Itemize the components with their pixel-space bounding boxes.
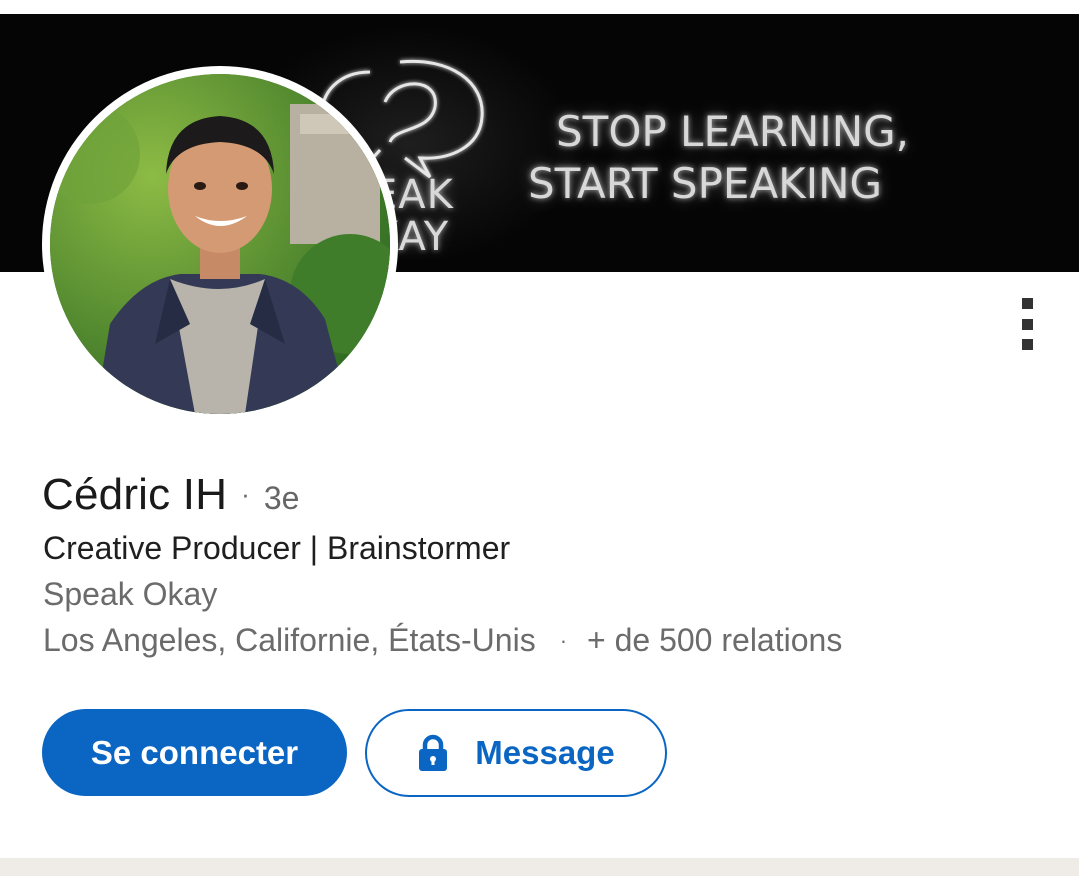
avatar-photo [50, 74, 390, 414]
more-dot [1021, 318, 1033, 330]
profile-location: Los Angeles, Californie, États-Unis [43, 622, 536, 658]
profile-page: EAK KAY STOP LEARNING, START SPEAKING Cé… [0, 0, 1079, 876]
connect-button[interactable]: Se connecter [42, 709, 347, 796]
profile-avatar[interactable] [42, 66, 398, 422]
profile-name: Cédric IH [42, 470, 228, 519]
connection-degree: 3e [263, 480, 300, 516]
profile-headline: Creative Producer | Brainstormer [43, 530, 511, 566]
name-separator: · [241, 479, 250, 509]
location-separator: · [559, 627, 568, 653]
message-button-label: Message [475, 734, 615, 771]
more-dot [1021, 339, 1033, 350]
banner-tagline: STOP LEARNING, START SPEAKING [528, 106, 909, 210]
lock-icon [419, 734, 448, 771]
banner-tagline-line2: START SPEAKING [528, 159, 883, 208]
profile-name-row: Cédric IH · 3e [42, 470, 299, 520]
more-options-icon[interactable] [1008, 292, 1046, 356]
avatar-illustration [50, 74, 390, 414]
message-button[interactable]: Message [365, 709, 667, 797]
profile-location-row: Los Angeles, Californie, États-Unis · + … [43, 622, 842, 659]
more-dot [1021, 298, 1033, 309]
profile-connections[interactable]: + de 500 relations [587, 622, 842, 659]
profile-company[interactable]: Speak Okay [43, 576, 217, 613]
section-divider [0, 858, 1079, 876]
connect-button-label: Se connecter [90, 733, 299, 771]
banner-tagline-line1: STOP LEARNING, [556, 107, 910, 156]
